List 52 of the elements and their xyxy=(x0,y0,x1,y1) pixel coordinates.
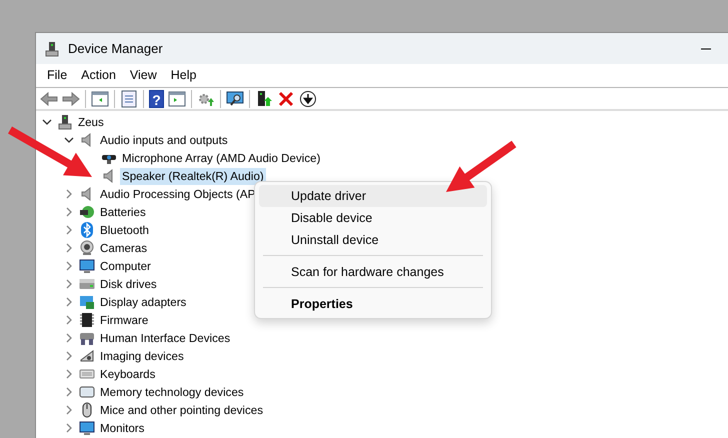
tree-item[interactable]: Display adapters xyxy=(98,294,188,310)
annotation-arrow xyxy=(446,140,516,192)
display-card-icon xyxy=(79,294,95,310)
tree-item[interactable]: Batteries xyxy=(98,204,148,220)
tree-item[interactable]: Monitors xyxy=(98,420,146,436)
battery-icon xyxy=(79,204,95,220)
monitor-search-icon[interactable] xyxy=(226,90,244,108)
menu-item[interactable]: Update driver xyxy=(259,185,487,207)
bluetooth-icon xyxy=(79,222,95,238)
tree-item[interactable]: Speaker (Realtek(R) Audio) xyxy=(120,168,266,184)
pane-icon[interactable] xyxy=(168,90,186,108)
gamepad-icon xyxy=(79,330,95,346)
tree-item[interactable]: Disk drives xyxy=(98,276,159,292)
tree-item[interactable]: Mice and other pointing devices xyxy=(98,402,266,418)
tree-item[interactable]: Microphone Array (AMD Audio Device) xyxy=(120,150,322,166)
chip-icon xyxy=(79,312,95,328)
menu-item[interactable]: File xyxy=(42,66,76,85)
window-title: Device Manager xyxy=(68,40,163,58)
tree-item[interactable]: Zeus xyxy=(76,114,106,130)
drive-icon xyxy=(79,276,95,292)
help-button[interactable]: ? xyxy=(149,90,164,108)
tree-item[interactable]: Memory technology devices xyxy=(98,384,246,400)
tree-item[interactable]: Computer xyxy=(98,258,153,274)
tree-item[interactable]: Human Interface Devices xyxy=(98,330,232,346)
tree-item[interactable]: Cameras xyxy=(98,240,150,256)
tree-item[interactable]: Audio Processing Objects (AP xyxy=(98,186,258,202)
tree-item[interactable]: Audio inputs and outputs xyxy=(98,132,230,148)
menu-item[interactable]: Properties xyxy=(259,293,487,315)
properties-sheet-icon[interactable] xyxy=(120,90,138,108)
memory-card-icon xyxy=(79,384,95,400)
tree-item[interactable]: Imaging devices xyxy=(98,348,186,364)
monitor-icon xyxy=(79,420,95,436)
menu-item[interactable]: View xyxy=(124,66,166,85)
forward-arrow-icon[interactable] xyxy=(62,90,80,108)
camera-icon xyxy=(79,240,95,256)
scanner-icon xyxy=(79,348,95,364)
tree-item[interactable]: Bluetooth xyxy=(98,222,151,238)
tree-item[interactable]: Firmware xyxy=(98,312,150,328)
computer-icon xyxy=(57,114,73,130)
back-arrow-icon[interactable] xyxy=(40,90,58,108)
menu-item[interactable]: Scan for hardware changes xyxy=(259,261,487,283)
menu-item[interactable]: Disable device xyxy=(259,207,487,229)
menu-item[interactable]: Help xyxy=(166,66,206,85)
download-icon[interactable] xyxy=(299,90,317,108)
menu-item[interactable]: Action xyxy=(76,66,125,85)
menu-item[interactable]: Uninstall device xyxy=(259,229,487,251)
remove-icon[interactable] xyxy=(277,90,295,108)
update-driver-icon[interactable] xyxy=(255,90,273,108)
app-icon xyxy=(44,40,60,56)
pane-icon[interactable] xyxy=(91,90,109,108)
tree-item[interactable]: Keyboards xyxy=(98,366,158,382)
monitor-icon xyxy=(79,258,95,274)
